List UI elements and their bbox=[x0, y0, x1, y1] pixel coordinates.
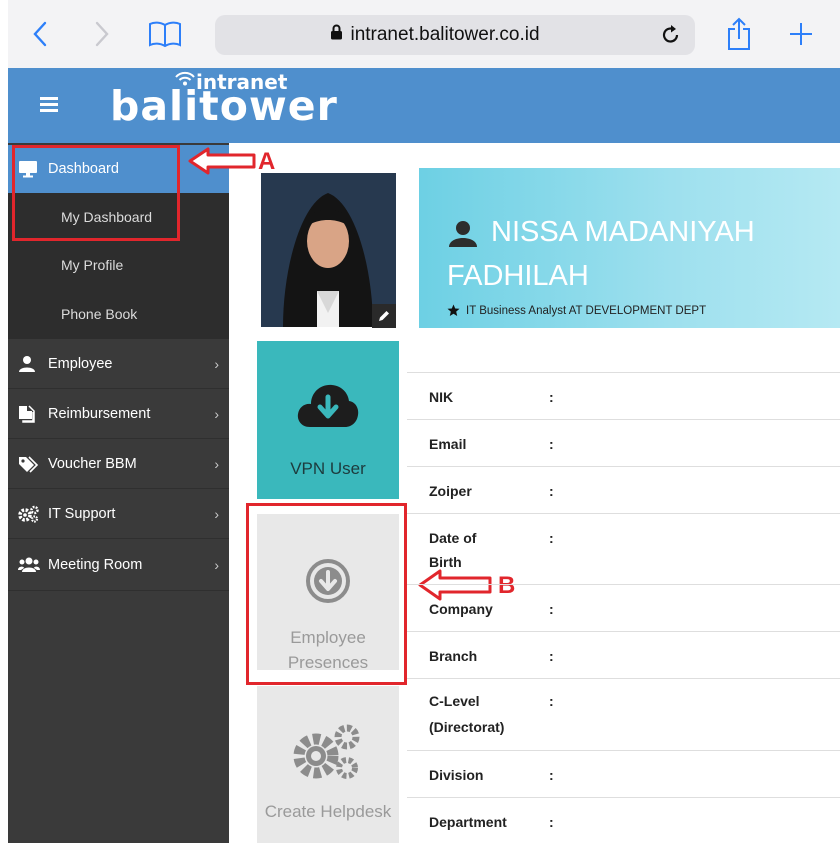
annotation-arrow-a bbox=[188, 146, 258, 181]
user-icon bbox=[18, 355, 48, 373]
share-icon bbox=[728, 17, 750, 50]
logo-subtext: intranet bbox=[196, 70, 288, 94]
field-label: C-Level bbox=[429, 693, 480, 709]
annotation-box-b bbox=[246, 503, 407, 685]
field-separator: : bbox=[549, 530, 554, 546]
sidebar-item-reimbursement[interactable]: Reimbursement › bbox=[8, 389, 229, 439]
field-separator: : bbox=[549, 483, 554, 499]
profile-name: NISSA MADANIYAH FADHILAH bbox=[447, 210, 837, 298]
address-bar[interactable]: intranet.balitower.co.id bbox=[215, 15, 695, 55]
field-separator: : bbox=[549, 648, 554, 664]
profile-subtitle-text: IT Business Analyst AT DEVELOPMENT DEPT bbox=[466, 304, 707, 317]
profile-row-c-level: C-Level (Directorat) : bbox=[407, 678, 840, 750]
field-separator: : bbox=[549, 693, 554, 709]
tags-icon bbox=[18, 455, 48, 473]
field-separator: : bbox=[549, 601, 554, 617]
back-button[interactable] bbox=[24, 16, 56, 52]
tile-create-helpdesk[interactable]: Create Helpdesk bbox=[257, 686, 399, 843]
tile-vpn-user[interactable]: VPN User bbox=[257, 341, 399, 499]
chevron-right-icon bbox=[95, 21, 109, 47]
field-label: NIK bbox=[429, 389, 454, 405]
profile-name-line2: FADHILAH bbox=[447, 260, 589, 292]
chevron-right-icon: › bbox=[214, 355, 219, 372]
sidebar-subitem-my-profile[interactable]: My Profile bbox=[8, 241, 229, 289]
annotation-box-a bbox=[12, 145, 180, 241]
sidebar-item-meeting-room[interactable]: Meeting Room › bbox=[8, 539, 229, 591]
forward-button[interactable] bbox=[86, 16, 118, 52]
profile-row-branch: Branch : bbox=[407, 631, 840, 678]
profile-subtitle: IT Business Analyst AT DEVELOPMENT DEPT bbox=[447, 304, 706, 317]
field-label: Zoiper bbox=[429, 483, 472, 499]
sidebar-item-voucher-bbm[interactable]: Voucher BBM › bbox=[8, 439, 229, 489]
hamburger-icon bbox=[40, 97, 58, 112]
chevron-right-icon: › bbox=[214, 405, 219, 422]
chevron-right-icon: › bbox=[214, 556, 219, 573]
bookmarks-button[interactable] bbox=[146, 16, 184, 52]
field-separator: : bbox=[549, 767, 554, 783]
field-label: (Directorat) bbox=[429, 719, 505, 735]
sidebar-item-it-support[interactable]: IT Support › bbox=[8, 489, 229, 539]
star-icon bbox=[447, 304, 460, 317]
profile-row-email: Email : bbox=[407, 419, 840, 466]
lock-icon bbox=[330, 24, 343, 46]
menu-toggle-button[interactable] bbox=[38, 94, 62, 114]
field-label: Branch bbox=[429, 648, 478, 664]
profile-row-date-of-birth: Date of Birth : bbox=[407, 513, 840, 584]
url-text: intranet.balitower.co.id bbox=[350, 24, 540, 45]
field-label: Company bbox=[429, 601, 493, 617]
sidebar-subitem-phone-book[interactable]: Phone Book bbox=[8, 289, 229, 339]
field-separator: : bbox=[549, 389, 554, 405]
sidebar-item-label: Employee bbox=[48, 355, 113, 372]
annotation-label-a: A bbox=[258, 148, 276, 175]
tile-label: Create Helpdesk bbox=[264, 802, 392, 821]
profile-row-nik: NIK : bbox=[407, 372, 840, 419]
edit-photo-button[interactable] bbox=[372, 304, 396, 328]
sidebar-item-label: Voucher BBM bbox=[48, 455, 137, 472]
cogs-icon bbox=[18, 505, 48, 523]
document-icon bbox=[18, 404, 48, 423]
new-tab-button[interactable] bbox=[784, 16, 818, 52]
profile-row-company: Company : bbox=[407, 584, 840, 631]
field-label: Department bbox=[429, 814, 507, 830]
profile-row-department: Department : bbox=[407, 797, 840, 843]
cloud-download-icon bbox=[296, 381, 360, 434]
chevron-left-icon bbox=[33, 21, 47, 47]
reload-button[interactable] bbox=[659, 23, 685, 49]
reload-icon bbox=[662, 25, 679, 43]
plus-icon bbox=[790, 23, 812, 45]
tile-label: VPN User bbox=[290, 459, 366, 478]
field-label: Birth bbox=[429, 554, 462, 570]
field-label: Date of bbox=[429, 530, 477, 546]
chevron-right-icon: › bbox=[214, 455, 219, 472]
cogs-icon bbox=[292, 722, 364, 787]
sidebar-item-label: IT Support bbox=[48, 505, 116, 522]
sidebar-subitem-label: Phone Book bbox=[61, 306, 138, 322]
sidebar-item-label: Reimbursement bbox=[48, 405, 151, 422]
sidebar-subitem-label: My Profile bbox=[61, 257, 124, 273]
field-separator: : bbox=[549, 814, 554, 830]
field-separator: : bbox=[549, 436, 554, 452]
url-display: intranet.balitower.co.id bbox=[215, 15, 655, 55]
profile-row-division: Division : bbox=[407, 750, 840, 797]
profile-row-zoiper: Zoiper : bbox=[407, 466, 840, 513]
field-label: Email bbox=[429, 436, 467, 452]
profile-name-line1: NISSA MADANIYAH bbox=[491, 216, 755, 248]
chevron-right-icon: › bbox=[214, 505, 219, 522]
field-label: Division bbox=[429, 767, 484, 783]
sidebar-item-employee[interactable]: Employee › bbox=[8, 339, 229, 389]
sidebar-item-label: Meeting Room bbox=[48, 556, 143, 573]
users-icon bbox=[18, 556, 48, 574]
share-button[interactable] bbox=[722, 16, 756, 52]
pencil-icon bbox=[379, 311, 389, 321]
book-icon bbox=[149, 21, 181, 48]
wifi-icon bbox=[174, 68, 196, 93]
